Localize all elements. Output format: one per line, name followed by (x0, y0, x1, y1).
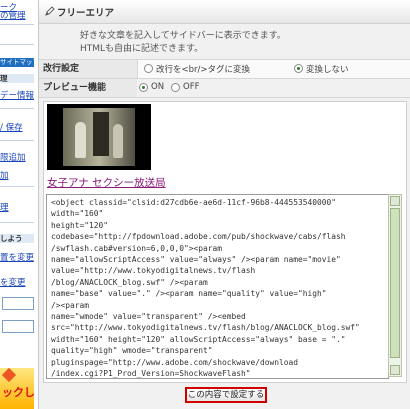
html-code-textarea[interactable]: <object classid="clsid:d27cdb6e-ae6d-11c… (46, 194, 389, 379)
code-line: name="wmode" value="transparent" /><embe… (51, 312, 246, 321)
preview-setting-row: プレビュー機能 ON OFF (39, 78, 410, 98)
section-title: フリーエリア (57, 8, 115, 19)
linebreak-setting-row: 改行設定 改行を<br/>タグに変換 変換しない (39, 59, 410, 78)
burst-icon (1, 368, 17, 383)
linebreak-setting-label: 改行設定 (39, 60, 137, 78)
code-line: /swflash.cab#version=6,0,0,0"><param (51, 243, 223, 253)
sidebar-divider (0, 140, 34, 141)
code-line: src="http://www.tokyodigitalnews.tv/flas… (51, 323, 360, 333)
section-description: 好きな文章を記入してサイドバーに表示できます。 (80, 31, 286, 41)
linebreak-none-label[interactable]: 変換しない (306, 63, 349, 75)
preview-off-label[interactable]: OFF (183, 82, 199, 92)
code-line: codebase="http://fpdownload.adobe.com/pu… (51, 232, 346, 242)
sidebar-link[interactable]: デー情報 (0, 89, 34, 101)
section-header: フリーエリア (39, 0, 410, 24)
code-line: /blog/ANACLOCK_blog.swf" /><param (51, 277, 208, 287)
preview-off-radio[interactable] (171, 83, 180, 92)
sidebar: ーク の管理 サイトマップ 理 デー情報 / 保存 限追加 加 理 しよう 置を… (0, 0, 34, 409)
sidebar-link[interactable]: の管理 (0, 9, 26, 21)
code-line: quality="high" wmode="transparent" (51, 346, 213, 356)
preview-setting-label: プレビュー機能 (39, 79, 137, 97)
sidebar-link[interactable]: 加 (0, 169, 9, 181)
code-line: /index.cgi?P1_Prod_Version=ShockwaveFlas… (51, 369, 251, 378)
code-line: width="160" (51, 209, 104, 219)
sidebar-banner-text: ックし (2, 386, 34, 399)
sidebar-divider (0, 24, 34, 25)
sidebar-divider (0, 186, 34, 187)
code-line: name="base" value="." /><param name="qua… (51, 289, 327, 299)
code-line: height="120" (51, 220, 109, 230)
sidebar-link[interactable]: 限追加 (0, 151, 26, 163)
video-title-link[interactable]: 女子アナ セクシー放送局 (47, 175, 166, 190)
sidebar-heading: しよう (0, 234, 34, 243)
free-area-panel: フリーエリア 好きな文章を記入してサイドバーに表示できます。 HTMLも自由に記… (38, 0, 410, 409)
code-line: /><param (51, 300, 90, 310)
preview-area: 女子アナ セクシー放送局 <object classid="clsid:d27c… (43, 101, 407, 383)
preview-on-label[interactable]: ON (151, 82, 164, 92)
pencil-icon (45, 6, 55, 16)
sidebar-divider (0, 108, 34, 109)
sidebar-banner[interactable]: ックし (0, 368, 34, 409)
scroll-down-icon[interactable] (390, 365, 400, 375)
linebreak-none-radio[interactable] (294, 64, 303, 73)
scroll-up-icon[interactable] (390, 196, 400, 206)
code-line: value="http://www.tokyodigitalnews.tv/fl… (51, 266, 256, 276)
sidebar-heading: 理 (0, 74, 34, 83)
sidebar-link[interactable]: 理 (0, 201, 9, 213)
sidebar-link[interactable]: 置を変更 (0, 251, 34, 263)
sidebar-link[interactable]: を変更 (0, 276, 26, 288)
linebreak-options: 改行を<br/>タグに変換 変換しない (137, 60, 410, 78)
linebreak-convert-radio[interactable] (144, 64, 153, 73)
sidebar-input[interactable] (2, 320, 34, 333)
textarea-scrollbar[interactable] (388, 194, 402, 377)
code-line: name="allowScriptAccess" value="always" … (51, 255, 341, 264)
code-line: <object classid="clsid:d27cdb6e-ae6d-11c… (51, 198, 337, 207)
preview-options: ON OFF (137, 79, 410, 97)
sidebar-link[interactable]: / 保存 (0, 121, 23, 133)
sidebar-divider (0, 222, 34, 223)
linebreak-convert-label[interactable]: 改行を<br/>タグに変換 (156, 63, 250, 75)
sidebar-sitemap-band[interactable]: サイトマップ (0, 58, 34, 67)
sidebar-divider (0, 44, 34, 45)
code-line: width="160" height="120" allowScriptAcce… (51, 334, 346, 344)
section-description: HTMLも自由に記述できます。 (80, 44, 204, 54)
video-player[interactable] (47, 104, 151, 170)
scroll-thumb[interactable] (390, 208, 400, 358)
code-line: pluginspage="http://www.adobe.com/shockw… (51, 357, 299, 367)
submit-settings-button[interactable]: この内容で設定する (185, 387, 267, 403)
preview-on-radio[interactable] (139, 83, 148, 92)
sidebar-input[interactable] (2, 297, 34, 310)
